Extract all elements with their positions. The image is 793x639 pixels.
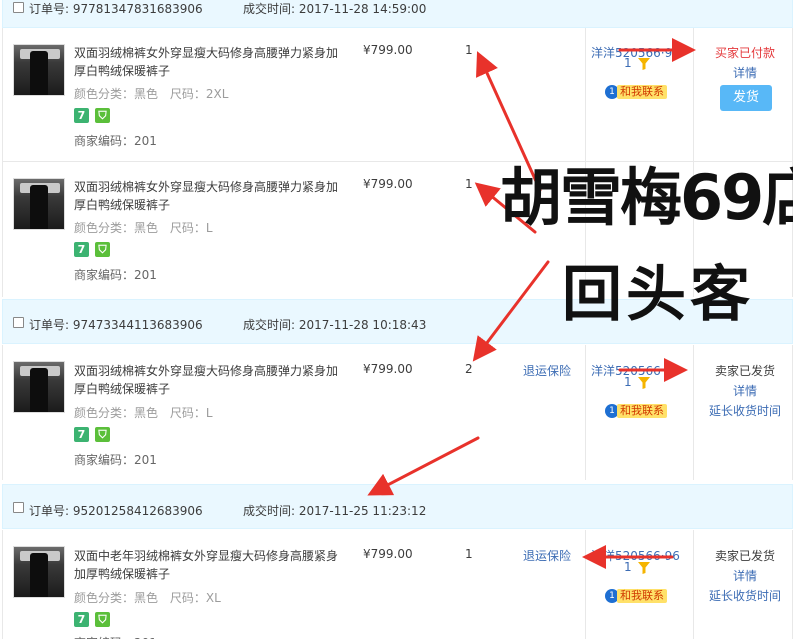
order-number: 订单号: 97473344113683906 — [29, 318, 203, 332]
order-checkbox[interactable] — [13, 502, 24, 513]
service-badges: 7 ⛉ — [74, 242, 116, 258]
merchant-code: 商家编码：201 — [74, 453, 157, 467]
seven-day-return-icon: 7 — [74, 108, 89, 123]
buyer-name[interactable]: 洋洋520566·96 — [591, 44, 680, 61]
merchant-code: 商家编码：201 — [74, 268, 157, 282]
extend-receipt-link[interactable]: 延长收货时间 — [695, 402, 793, 419]
order-number: 订单号: 97781347831683906 — [29, 2, 203, 16]
product-thumbnail[interactable] — [13, 44, 65, 96]
order-time: 成交时间: 2017-11-28 14:59:00 — [243, 2, 427, 16]
product-thumbnail[interactable] — [13, 178, 65, 230]
product-title[interactable]: 双面羽绒棉裤女外穿显瘦大码修身高腰弹力紧身加厚白鸭绒保暖裤子 — [74, 362, 344, 398]
buyer-order-count: 1 — [624, 375, 632, 389]
item-price: ¥799.00 — [363, 362, 413, 376]
order-detail-link[interactable]: 详情 — [695, 567, 793, 584]
order-header: 订单号: 97781347831683906 成交时间: 2017-11-28 … — [2, 0, 793, 28]
product-attributes: 颜色分类：黑色 尺码：2XL — [74, 87, 229, 101]
order-detail-link[interactable]: 详情 — [695, 64, 793, 81]
product-attributes: 颜色分类：黑色 尺码：L — [74, 221, 213, 235]
item-price: ¥799.00 — [363, 547, 413, 561]
product-title[interactable]: 双面羽绒棉裤女外穿显瘦大码修身高腰弹力紧身加厚白鸭绒保暖裤子 — [74, 44, 344, 80]
item-quantity: 1 — [465, 547, 473, 561]
seven-day-return-icon: 7 — [74, 427, 89, 442]
order-detail-link[interactable]: 详情 — [695, 382, 793, 399]
product-thumbnail[interactable] — [13, 546, 65, 598]
order-time: 成交时间: 2017-11-28 10:18:43 — [243, 318, 427, 332]
product-title[interactable]: 双面羽绒棉裤女外穿显瘦大码修身高腰弹力紧身加厚白鸭绒保暖裤子 — [74, 178, 344, 214]
order-status: 买家已付款 — [714, 46, 775, 60]
contact-me-button[interactable]: 1 和我联系 — [605, 588, 667, 604]
product-attributes: 颜色分类：黑色 尺码：XL — [74, 591, 221, 605]
order-status: 卖家已发货 — [714, 549, 775, 563]
item-price: ¥799.00 — [363, 177, 413, 191]
filter-icon[interactable] — [638, 562, 650, 574]
guarantee-icon: ⛉ — [95, 427, 110, 442]
service-badges: 7 ⛉ — [74, 427, 116, 443]
item-quantity: 1 — [465, 177, 473, 191]
order-checkbox[interactable] — [13, 2, 24, 13]
guarantee-icon: ⛉ — [95, 612, 110, 627]
product-thumbnail[interactable] — [13, 361, 65, 413]
guarantee-icon: ⛉ — [95, 108, 110, 123]
guarantee-icon: ⛉ — [95, 242, 110, 257]
order-header: 订单号: 95201258412683906 成交时间: 2017-11-25 … — [2, 484, 793, 529]
ship-button[interactable]: 发货 — [720, 85, 772, 111]
contact-me-button[interactable]: 1 和我联系 — [605, 403, 667, 419]
buyer-order-count: 1 — [624, 56, 632, 70]
order-time: 成交时间: 2017-11-25 11:23:12 — [243, 504, 427, 518]
overlay-subtitle: 回头客 — [562, 260, 754, 330]
service-badges: 7 ⛉ — [74, 108, 116, 124]
merchant-code: 商家编码：201 — [74, 634, 157, 639]
return-insurance-link[interactable]: 退运保险 — [523, 362, 571, 379]
seven-day-return-icon: 7 — [74, 242, 89, 257]
item-quantity: 1 — [465, 43, 473, 57]
order-status: 卖家已发货 — [714, 364, 775, 378]
service-badges: 7 ⛉ — [74, 612, 116, 628]
order-checkbox[interactable] — [13, 317, 24, 328]
order-number: 订单号: 95201258412683906 — [29, 504, 203, 518]
overlay-store-title: 胡雪梅69店 — [500, 161, 793, 234]
merchant-code: 商家编码：201 — [74, 134, 157, 148]
buyer-name[interactable]: 洋洋520566·96 — [591, 547, 680, 564]
seven-day-return-icon: 7 — [74, 612, 89, 627]
product-attributes: 颜色分类：黑色 尺码：L — [74, 406, 213, 420]
buyer-name[interactable]: 洋洋520566·96 — [591, 362, 680, 379]
return-insurance-link[interactable]: 退运保险 — [523, 547, 571, 564]
filter-icon[interactable] — [638, 58, 650, 70]
filter-icon[interactable] — [638, 377, 650, 389]
item-quantity: 2 — [465, 362, 473, 376]
item-price: ¥799.00 — [363, 43, 413, 57]
extend-receipt-link[interactable]: 延长收货时间 — [695, 587, 793, 604]
buyer-order-count: 1 — [624, 560, 632, 574]
product-title[interactable]: 双面中老年羽绒棉裤女外穿显瘦大码修身高腰紧身加厚鸭绒保暖裤子 — [74, 547, 344, 583]
contact-me-button[interactable]: 1 和我联系 — [605, 84, 667, 100]
